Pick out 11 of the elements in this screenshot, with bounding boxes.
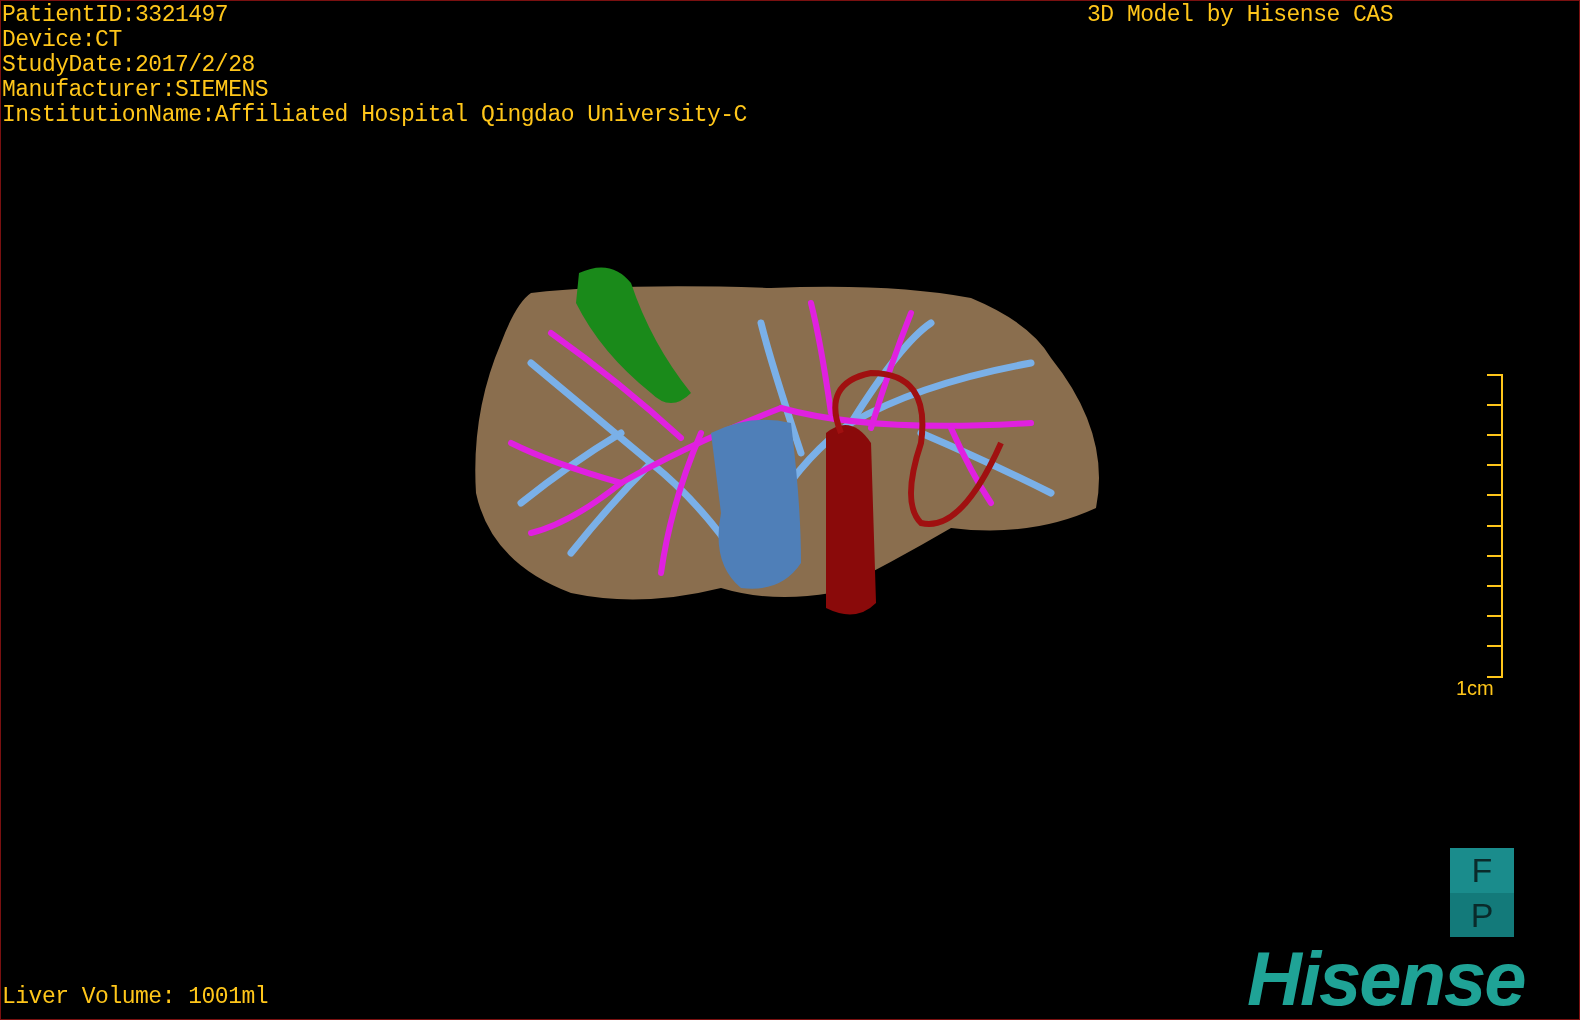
liver-volume: Liver Volume: 1001ml bbox=[2, 985, 269, 1010]
patient-info-line: Device:CT bbox=[2, 28, 123, 53]
patient-info-line: StudyDate:2017/2/28 bbox=[2, 53, 256, 78]
orientation-label: P bbox=[1450, 893, 1514, 937]
orientation-label: F bbox=[1450, 848, 1514, 893]
scale-label: 1cm bbox=[1456, 676, 1494, 700]
brand-logo: Hisense bbox=[1247, 939, 1525, 1019]
patient-info-line: InstitutionName:Affiliated Hospital Qingdao University-C bbox=[2, 103, 747, 128]
viewer-title: 3D Model by Hisense CAS bbox=[1087, 3, 1393, 28]
patient-info-line: PatientID:3321497 bbox=[2, 3, 230, 28]
patient-info-line: Manufacturer:SIEMENS bbox=[2, 78, 270, 103]
